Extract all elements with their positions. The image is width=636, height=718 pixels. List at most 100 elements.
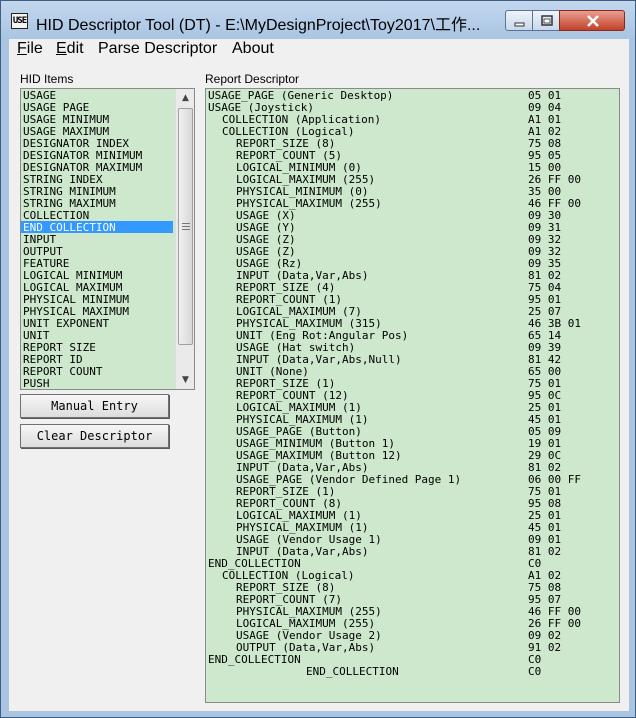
report-row[interactable]: REPORT_SIZE (8) 75 08 <box>206 137 619 150</box>
report-row[interactable]: USAGE (Vendor Usage 1) 09 01 <box>206 533 619 546</box>
report-row[interactable]: USAGE_PAGE (Vendor Defined Page 1) 06 00 … <box>206 473 619 486</box>
report-row[interactable]: REPORT_COUNT (1) 95 01 <box>206 293 619 306</box>
list-item[interactable]: STRING_MAXIMUM <box>21 197 173 209</box>
list-item[interactable]: DESIGNATOR_MAXIMUM <box>21 161 173 173</box>
report-row[interactable]: PHYSICAL_MAXIMUM (255) 46 FF 00 <box>206 197 619 210</box>
report-row[interactable]: USAGE (Z) 09 32 <box>206 245 619 258</box>
report-row[interactable]: USAGE (Rz) 09 35 <box>206 257 619 270</box>
report-row[interactable]: OUTPUT (Data,Var,Abs) 91 02 <box>206 641 619 654</box>
report-row[interactable]: LOGICAL_MINIMUM (0) 15 00 <box>206 161 619 174</box>
report-row[interactable]: LOGICAL_MAXIMUM (255) 26 FF 00 <box>206 617 619 630</box>
report-row[interactable]: REPORT_COUNT (12) 95 0C <box>206 389 619 402</box>
report-row[interactable]: REPORT_COUNT (5) 95 05 <box>206 149 619 162</box>
list-item[interactable]: LOGICAL_MAXIMUM <box>21 281 173 293</box>
report-row[interactable]: LOGICAL_MAXIMUM (1) 25 01 <box>206 401 619 414</box>
list-item[interactable]: USAGE <box>21 89 173 101</box>
report-row[interactable]: REPORT_SIZE (4) 75 04 <box>206 281 619 294</box>
report-row[interactable]: REPORT_COUNT (7) 95 07 <box>206 593 619 606</box>
list-item[interactable]: PUSH <box>21 377 173 389</box>
report-row[interactable]: INPUT (Data,Var,Abs) 81 02 <box>206 461 619 474</box>
menu-edit-mnemonic: E <box>56 40 67 57</box>
list-item[interactable]: UNIT <box>21 329 173 341</box>
report-row[interactable]: USAGE (Joystick) 09 04 <box>206 101 619 114</box>
list-item[interactable]: FEATURE <box>21 257 173 269</box>
list-item[interactable]: INPUT <box>21 233 173 245</box>
report-row[interactable]: REPORT_SIZE (8) 75 08 <box>206 581 619 594</box>
list-item[interactable]: STRING_MINIMUM <box>21 185 173 197</box>
menu-file-mnemonic: F <box>17 40 27 57</box>
report-row[interactable]: COLLECTION (Logical) A1 02 <box>206 569 619 582</box>
report-row[interactable]: USAGE (Hat switch) 09 39 <box>206 341 619 354</box>
list-item[interactable]: DESIGNATOR_INDEX <box>21 137 173 149</box>
list-item[interactable]: OUTPUT <box>21 245 173 257</box>
report-row[interactable]: INPUT (Data,Var,Abs,Null) 81 42 <box>206 353 619 366</box>
list-item[interactable]: USAGE_PAGE <box>21 101 173 113</box>
list-item[interactable]: COLLECTION <box>21 209 173 221</box>
report-row[interactable]: END_COLLECTION C0 <box>206 557 619 570</box>
report-row[interactable]: END_COLLECTION C0 <box>206 653 619 666</box>
list-item[interactable]: UNIT_EXPONENT <box>21 317 173 329</box>
report-row[interactable]: LOGICAL_MAXIMUM (255) 26 FF 00 <box>206 173 619 186</box>
report-row[interactable]: REPORT_COUNT (8) 95 08 <box>206 497 619 510</box>
report-row[interactable]: USAGE_PAGE (Button) 05 09 <box>206 425 619 438</box>
report-row[interactable]: PHYSICAL_MAXIMUM (1) 45 01 <box>206 521 619 534</box>
minimize-button[interactable] <box>505 10 533 31</box>
scroll-down-icon[interactable]: ▼ <box>180 373 191 387</box>
list-item[interactable]: USAGE_MAXIMUM <box>21 125 173 137</box>
list-item[interactable]: REPORT_SIZE <box>21 341 173 353</box>
report-row[interactable]: COLLECTION (Logical) A1 02 <box>206 125 619 138</box>
list-item[interactable]: REPORT_COUNT <box>21 365 173 377</box>
scroll-up-icon[interactable]: ▲ <box>180 91 191 105</box>
report-row[interactable]: PHYSICAL_MAXIMUM (315) 46 3B 01 <box>206 317 619 330</box>
report-row[interactable]: USAGE_PAGE (Generic Desktop) 05 01 <box>206 89 619 102</box>
menu-bar: File Edit Parse Descriptor About <box>9 39 629 61</box>
report-row[interactable]: LOGICAL_MAXIMUM (7) 25 07 <box>206 305 619 318</box>
hid-items-scrollbar[interactable]: ▲ ▼ <box>175 89 194 389</box>
close-icon <box>587 15 599 27</box>
report-row[interactable]: COLLECTION (Application) A1 01 <box>206 113 619 126</box>
report-row[interactable]: USAGE_MINIMUM (Button 1) 19 01 <box>206 437 619 450</box>
report-row[interactable]: REPORT_SIZE (1) 75 01 <box>206 377 619 390</box>
report-row[interactable]: USAGE (Vendor Usage 2) 09 02 <box>206 629 619 642</box>
report-row[interactable]: END_COLLECTION C0 <box>206 665 619 678</box>
close-button[interactable] <box>559 10 625 31</box>
report-row[interactable]: PHYSICAL_MINIMUM (0) 35 00 <box>206 185 619 198</box>
menu-edit[interactable]: Edit <box>56 40 84 58</box>
menu-parse-descriptor[interactable]: Parse Descriptor <box>98 40 217 58</box>
report-row[interactable]: USAGE (Y) 09 31 <box>206 221 619 234</box>
report-row[interactable]: USAGE (X) 09 30 <box>206 209 619 222</box>
clear-descriptor-button[interactable]: Clear Descriptor <box>20 424 169 448</box>
report-descriptor-list[interactable]: USAGE_PAGE (Generic Desktop) 05 01 USAGE (… <box>205 88 620 703</box>
report-item-bytes: C0 <box>528 665 542 678</box>
report-row[interactable]: USAGE_MAXIMUM (Button 12) 29 0C <box>206 449 619 462</box>
maximize-button[interactable] <box>532 10 560 31</box>
report-row[interactable]: PHYSICAL_MAXIMUM (255) 46 FF 00 <box>206 605 619 618</box>
hid-items-list[interactable]: USAGE USAGE_PAGE USAGE_MINIMUM USAGE_MAXIMU… <box>20 88 195 390</box>
report-row[interactable]: PHYSICAL_MAXIMUM (1) 45 01 <box>206 413 619 426</box>
list-item[interactable]: LOGICAL_MINIMUM <box>21 269 173 281</box>
list-item[interactable]: STRING_INDEX <box>21 173 173 185</box>
report-row[interactable]: REPORT_SIZE (1) 75 01 <box>206 485 619 498</box>
report-descriptor-label: Report Descriptor <box>205 72 300 86</box>
app-icon: USE <box>11 13 28 29</box>
report-row[interactable]: UNIT (Eng Rot:Angular Pos) 65 14 <box>206 329 619 342</box>
title-bar[interactable]: USE HID Descriptor Tool (DT) - E:\MyDesi… <box>1 1 635 39</box>
list-item[interactable]: REPORT_ID <box>21 353 173 365</box>
scroll-thumb[interactable] <box>178 108 193 345</box>
menu-about[interactable]: About <box>232 40 274 58</box>
menu-file[interactable]: File <box>17 40 43 58</box>
list-item[interactable]: END_COLLECTION <box>21 221 173 233</box>
list-item[interactable]: DESIGNATOR_MINIMUM <box>21 149 173 161</box>
report-row[interactable]: UNIT (None) 65 00 <box>206 365 619 378</box>
report-row[interactable]: LOGICAL_MAXIMUM (1) 25 01 <box>206 509 619 522</box>
minimize-icon <box>514 22 525 27</box>
maximize-icon <box>541 15 553 26</box>
list-item[interactable]: PHYSICAL_MINIMUM <box>21 293 173 305</box>
list-item[interactable]: PHYSICAL_MAXIMUM <box>21 305 173 317</box>
report-row[interactable]: INPUT (Data,Var,Abs) 81 02 <box>206 269 619 282</box>
report-row[interactable]: INPUT (Data,Var,Abs) 81 02 <box>206 545 619 558</box>
hid-items-container: USAGE USAGE_PAGE USAGE_MINIMUM USAGE_MAXIMU… <box>21 89 173 389</box>
list-item[interactable]: USAGE_MINIMUM <box>21 113 173 125</box>
report-row[interactable]: USAGE (Z) 09 32 <box>206 233 619 246</box>
manual-entry-button[interactable]: Manual Entry <box>20 394 169 418</box>
